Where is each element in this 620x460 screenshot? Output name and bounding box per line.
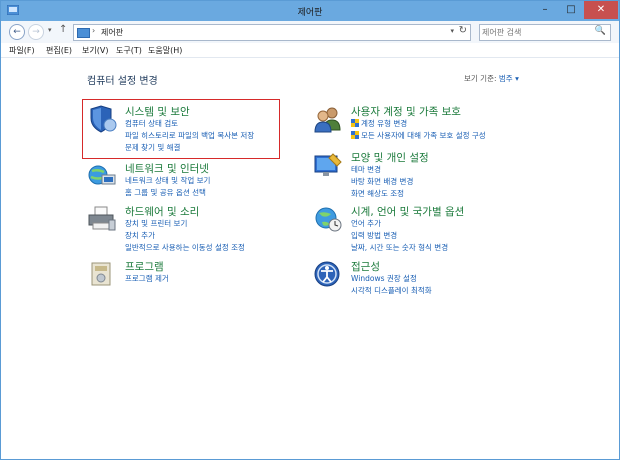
maximize-button[interactable]: □ (558, 1, 584, 19)
view-by-label: 보기 기준: (464, 74, 497, 83)
category-link[interactable]: 바탕 화면 배경 변경 (351, 176, 413, 187)
menu-view[interactable]: 보기(V) (82, 45, 108, 56)
category-link[interactable]: 일반적으로 사용하는 이동성 설정 조정 (125, 242, 245, 253)
view-by-dropdown[interactable]: 범주 ▾ (499, 74, 519, 83)
menu-file[interactable]: 파일(F) (9, 45, 35, 56)
breadcrumb-separator-icon[interactable]: › (92, 26, 95, 35)
up-button[interactable]: ↑ (59, 24, 67, 35)
shield-icon (90, 105, 117, 133)
category-link[interactable]: 테마 변경 (351, 164, 381, 175)
refresh-icon[interactable]: ↻ (459, 25, 467, 36)
breadcrumb-control-panel[interactable]: 제어판 (101, 27, 123, 38)
page-title: 컴퓨터 설정 변경 (87, 76, 158, 87)
category-link[interactable]: 입력 방법 변경 (351, 230, 397, 241)
category-heading[interactable]: 네트워크 및 인터넷 (125, 161, 209, 176)
category-link[interactable]: 문제 찾기 및 해결 (125, 142, 180, 153)
main-content: 컴퓨터 설정 변경 보기 기준: 범주 ▾ 시스템 및 보안 컴퓨터 상태 검토… (1, 58, 619, 458)
category-link[interactable]: 화면 해상도 조정 (351, 188, 404, 199)
control-panel-icon (77, 28, 90, 38)
category-link[interactable]: 네트워크 상태 및 작업 보기 (125, 175, 210, 186)
menu-bar: 파일(F) 편집(E) 보기(V) 도구(T) 도움말(H) (1, 43, 619, 58)
category-heading[interactable]: 사용자 계정 및 가족 보호 (351, 104, 461, 119)
address-bar[interactable]: › 제어판 ▾ ↻ (73, 24, 471, 41)
menu-help[interactable]: 도움말(H) (148, 45, 182, 56)
category-link[interactable]: 프로그램 제거 (125, 273, 169, 284)
search-box[interactable]: 🔍 (479, 24, 611, 41)
uac-shield-icon (351, 131, 359, 139)
minimize-button[interactable]: – (532, 1, 558, 19)
category-heading[interactable]: 접근성 (351, 259, 380, 274)
menu-tools[interactable]: 도구(T) (116, 45, 142, 56)
category-link[interactable]: 시각적 디스플레이 최적화 (351, 285, 432, 296)
category-heading[interactable]: 모양 및 개인 설정 (351, 150, 429, 165)
view-by: 보기 기준: 범주 ▾ (464, 73, 519, 84)
category-link[interactable]: 컴퓨터 상태 검토 (125, 118, 178, 129)
search-icon[interactable]: 🔍 (595, 26, 606, 36)
uac-shield-icon (351, 119, 359, 127)
category-link[interactable]: 장치 추가 (125, 230, 155, 241)
category-link[interactable]: Windows 권장 설정 (351, 273, 417, 284)
category-link[interactable]: 장치 및 프린터 보기 (125, 218, 187, 229)
accessibility-icon (314, 261, 340, 287)
title-bar[interactable]: 제어판 – □ ✕ (1, 1, 619, 21)
recent-locations-dropdown-icon[interactable]: ▾ (48, 26, 52, 34)
category-heading[interactable]: 시스템 및 보안 (125, 104, 190, 119)
category-link[interactable]: 모든 사용자에 대해 가족 보호 설정 구성 (351, 130, 486, 141)
network-globe-icon (88, 165, 116, 185)
printer-icon (88, 206, 116, 231)
search-input[interactable] (482, 26, 590, 38)
category-link[interactable]: 홈 그룹 및 공유 옵션 선택 (125, 187, 206, 198)
window-title: 제어판 (297, 8, 323, 18)
control-panel-window: 제어판 – □ ✕ ← → ▾ ↑ › 제어판 ▾ ↻ 🔍 파일(F) 편집(E… (0, 0, 620, 460)
close-button[interactable]: ✕ (584, 1, 618, 19)
category-link[interactable]: 파일 히스토리로 파일의 백업 복사본 저장 (125, 130, 254, 141)
appearance-icon (314, 153, 342, 176)
programs-icon (91, 262, 111, 286)
category-link[interactable]: 날짜, 시간 또는 숫자 형식 변경 (351, 242, 448, 253)
category-link[interactable]: 계정 유형 변경 (351, 118, 407, 129)
category-link-label[interactable]: 모든 사용자에 대해 가족 보호 설정 구성 (361, 131, 486, 140)
category-heading[interactable]: 시계, 언어 및 국가별 옵션 (351, 204, 464, 219)
category-heading[interactable]: 프로그램 (125, 259, 164, 274)
address-dropdown-icon[interactable]: ▾ (450, 27, 454, 35)
users-icon (314, 107, 341, 133)
forward-button[interactable]: → (28, 24, 44, 40)
category-heading[interactable]: 하드웨어 및 소리 (125, 204, 199, 219)
back-button[interactable]: ← (9, 24, 25, 40)
globe-clock-icon (315, 207, 342, 232)
category-link-label[interactable]: 계정 유형 변경 (361, 119, 407, 128)
category-link[interactable]: 언어 추가 (351, 218, 381, 229)
menu-edit[interactable]: 편집(E) (46, 45, 72, 56)
navigation-bar: ← → ▾ ↑ › 제어판 ▾ ↻ 🔍 (1, 21, 619, 43)
